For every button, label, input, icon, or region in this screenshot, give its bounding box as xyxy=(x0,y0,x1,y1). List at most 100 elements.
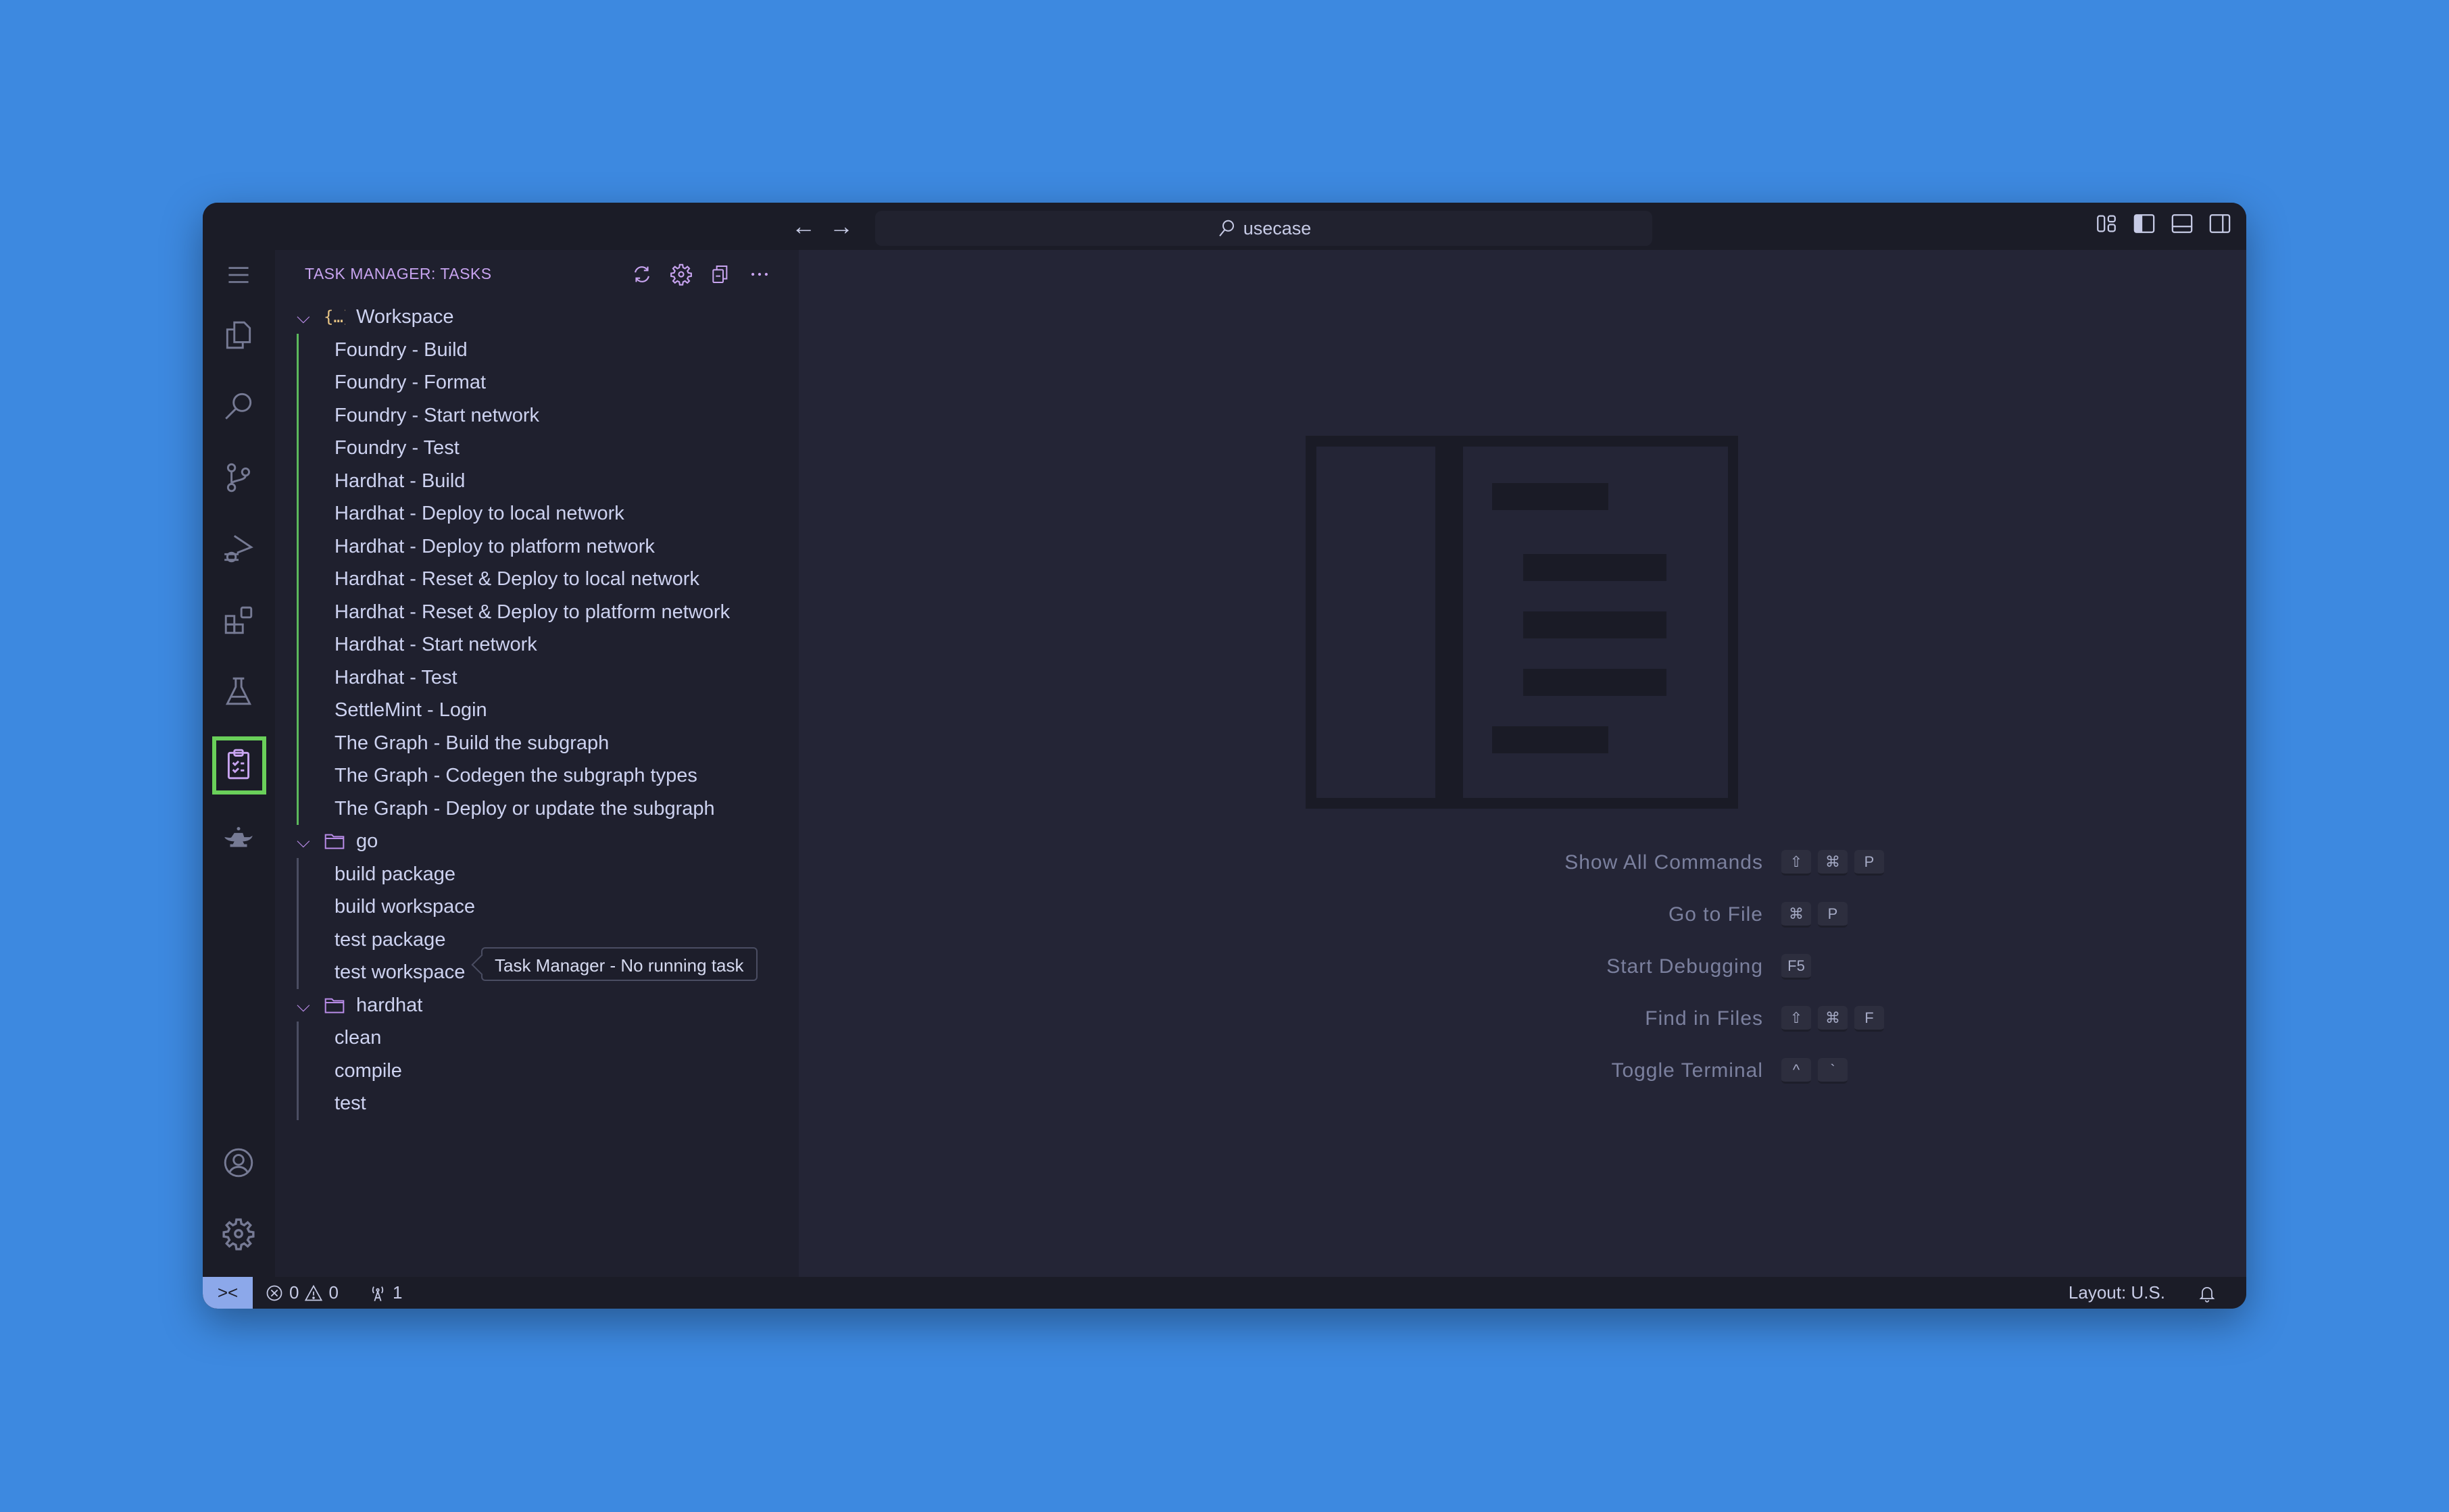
activity-task-manager[interactable] xyxy=(219,745,258,784)
task-item[interactable]: Hardhat - Build xyxy=(275,465,799,498)
task-item[interactable]: Foundry - Test xyxy=(275,432,799,465)
activity-accounts[interactable] xyxy=(219,1143,258,1182)
arrow-right-icon: → xyxy=(829,212,854,240)
task-label: build package xyxy=(335,863,455,885)
refresh-icon xyxy=(635,266,649,282)
task-item[interactable]: build package xyxy=(275,858,799,891)
task-group-label: Workspace xyxy=(356,306,454,328)
activity-extensions[interactable] xyxy=(219,601,258,640)
task-label: compile xyxy=(335,1059,402,1082)
hamburger-menu-icon xyxy=(228,267,249,283)
ports-indicator[interactable]: 1 xyxy=(368,1277,402,1309)
notifications-button[interactable] xyxy=(2198,1277,2217,1309)
task-group-hardhat[interactable]: ⌵ hardhat xyxy=(275,989,799,1022)
task-item[interactable]: Hardhat - Test xyxy=(275,661,799,695)
toggle-panel-icon[interactable] xyxy=(2171,212,2194,235)
task-item[interactable]: Hardhat - Deploy to local network xyxy=(275,497,799,530)
collapse-all-button[interactable] xyxy=(708,262,733,286)
settings-button[interactable] xyxy=(669,262,693,286)
chevron-down-icon[interactable]: ⌵ xyxy=(297,301,317,334)
activity-testing[interactable] xyxy=(219,672,258,711)
json-braces-icon: {…} xyxy=(324,307,345,326)
shortcut-keys: ⇧ ⌘ P xyxy=(1781,850,1884,876)
task-item[interactable]: Hardhat - Reset & Deploy to platform net… xyxy=(275,596,799,629)
collapse-all-icon xyxy=(712,266,728,283)
keycap: ⇧ xyxy=(1781,850,1811,876)
shortcut-label: Show All Commands xyxy=(1564,851,1763,874)
folder-icon xyxy=(324,834,345,849)
task-item[interactable]: test xyxy=(275,1087,799,1120)
command-center-search[interactable]: usecase xyxy=(875,211,1652,246)
shortcut-label: Find in Files xyxy=(1645,1007,1763,1030)
layout-label: Layout: U.S. xyxy=(2068,1282,2165,1303)
warning-count: 0 xyxy=(328,1282,339,1303)
activity-bar xyxy=(203,250,275,1277)
activity-genie[interactable] xyxy=(219,816,258,855)
task-item[interactable]: Foundry - Format xyxy=(275,366,799,399)
arrow-left-icon: ← xyxy=(791,212,816,240)
activity-run-debug[interactable] xyxy=(219,529,258,568)
clipboard-checklist-icon xyxy=(227,749,250,780)
run-debug-icon xyxy=(224,535,253,563)
task-label: Hardhat - Start network xyxy=(335,634,537,655)
refresh-button[interactable] xyxy=(630,262,654,286)
chevron-down-icon[interactable]: ⌵ xyxy=(297,825,317,858)
shortcut-keys: F5 xyxy=(1781,954,1811,980)
keycap: ⌘ xyxy=(1818,1006,1848,1032)
forward-button[interactable]: → xyxy=(826,211,857,242)
task-manager-sidebar: TASK MANAGER: TASKS ⌵ {… Workspace Found… xyxy=(275,250,799,1277)
task-item[interactable]: SettleMint - Login xyxy=(275,694,799,727)
activity-source-control[interactable] xyxy=(219,458,258,497)
task-item[interactable]: Hardhat - Start network xyxy=(275,628,799,661)
task-item[interactable]: compile xyxy=(275,1055,799,1088)
back-button[interactable]: ← xyxy=(788,211,819,242)
bell-icon xyxy=(2199,1286,2215,1303)
task-item[interactable]: Foundry - Build xyxy=(275,334,799,367)
task-group-workspace[interactable]: ⌵ {…} Workspace xyxy=(275,301,799,334)
keycap: ⇧ xyxy=(1781,1006,1811,1032)
vscode-window: ← → usecase TASK MANAGER: TASKS ⌵ {… Wor… xyxy=(203,203,2246,1309)
customize-layout-icon[interactable] xyxy=(2095,212,2118,235)
task-item[interactable]: clean xyxy=(275,1022,799,1055)
tooltip-text: Task Manager - No running task xyxy=(495,955,744,976)
task-item[interactable]: Hardhat - Deploy to platform network xyxy=(275,530,799,563)
toggle-primary-sidebar-icon[interactable] xyxy=(2133,212,2156,235)
task-label: The Graph - Codegen the subgraph types xyxy=(335,765,697,786)
keycap: ^ xyxy=(1781,1058,1811,1084)
magic-lamp-icon xyxy=(224,827,253,847)
task-item[interactable]: Foundry - Start network xyxy=(275,399,799,432)
keycap: ⌘ xyxy=(1781,902,1811,928)
more-actions-button[interactable] xyxy=(747,262,772,286)
task-label: Hardhat - Build xyxy=(335,470,466,492)
menu-button[interactable] xyxy=(219,255,258,295)
task-label: test workspace xyxy=(335,961,466,983)
task-item[interactable]: build workspace xyxy=(275,890,799,924)
source-control-icon xyxy=(226,463,251,493)
activity-search[interactable] xyxy=(219,386,258,426)
task-group-go[interactable]: ⌵ go xyxy=(275,825,799,858)
editor-watermark-logo xyxy=(1306,436,1738,809)
task-group-label: hardhat xyxy=(356,994,423,1016)
task-label: Foundry - Format xyxy=(335,372,486,393)
remote-indicator-button[interactable]: >< xyxy=(203,1277,253,1309)
activity-manage[interactable] xyxy=(219,1214,258,1253)
extensions-icon xyxy=(224,606,253,634)
toggle-secondary-sidebar-icon[interactable] xyxy=(2208,212,2231,235)
task-item[interactable]: The Graph - Build the subgraph xyxy=(275,727,799,760)
problems-indicator[interactable]: 0 0 xyxy=(265,1277,339,1309)
activity-explorer[interactable] xyxy=(219,316,258,355)
task-label: clean xyxy=(335,1027,382,1049)
folder-icon xyxy=(324,998,345,1013)
status-bar: >< 0 0 1 Layout: U.S. xyxy=(203,1277,2246,1309)
chevron-down-icon[interactable]: ⌵ xyxy=(297,989,317,1022)
task-item[interactable]: The Graph - Deploy or update the subgrap… xyxy=(275,792,799,826)
task-label: test xyxy=(335,1092,366,1114)
more-icon xyxy=(751,272,768,276)
keyboard-layout-indicator[interactable]: Layout: U.S. xyxy=(2069,1277,2165,1309)
task-tree: ⌵ {…} Workspace Foundry - Build Foundry - Fo… xyxy=(275,301,799,1120)
svg-text:{…}: {…} xyxy=(324,307,345,326)
task-item[interactable]: The Graph - Codegen the subgraph types xyxy=(275,759,799,792)
task-label: Foundry - Start network xyxy=(335,404,539,426)
task-label: The Graph - Build the subgraph xyxy=(335,732,610,754)
task-item[interactable]: Hardhat - Reset & Deploy to local networ… xyxy=(275,563,799,596)
